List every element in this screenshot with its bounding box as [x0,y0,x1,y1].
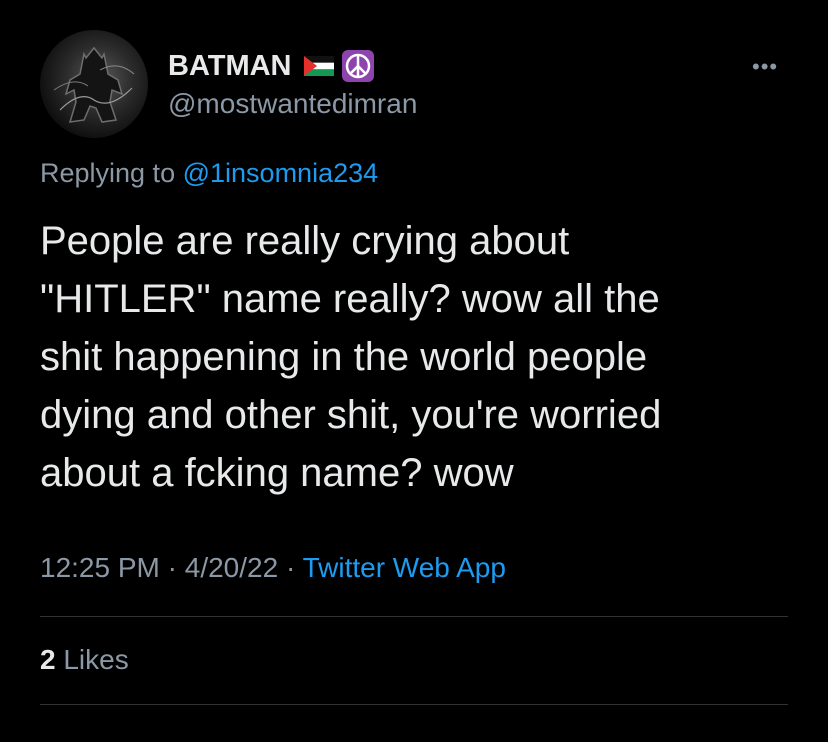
peace-symbol-icon [341,50,374,82]
tweet-text: People are really crying about "HITLER" … [40,219,662,495]
author-display-name[interactable]: BATMAN [168,50,292,83]
palestine-flag-icon [303,56,334,76]
replying-to-line: Replying to @1insomnia234 [40,158,378,189]
avatar-image [53,46,135,123]
tweet-source-link[interactable]: Twitter Web App [303,552,506,583]
reply-mention-link[interactable]: @1insomnia234 [183,158,379,188]
likes-label: Likes [63,644,129,675]
replying-to-label: Replying to [40,158,176,188]
meta-separator: · [167,552,177,583]
avatar[interactable] [40,30,148,138]
more-options-icon[interactable]: ••• [752,54,778,80]
meta-separator: · [285,552,296,583]
divider [40,616,788,617]
author-name-row: BATMAN [168,48,374,84]
likes-count: 2 [40,644,56,675]
author-handle[interactable]: @mostwantedimran [168,88,417,120]
divider [40,704,788,705]
tweet-time[interactable]: 12:25 PM [40,552,160,583]
tweet-meta: 12:25 PM · 4/20/22 · Twitter Web App [40,552,506,584]
tweet-date[interactable]: 4/20/22 [185,552,278,583]
likes-stat[interactable]: 2 Likes [40,644,129,676]
tweet-card: BATMAN @mostwantedimran ••• Replying to … [0,0,828,742]
